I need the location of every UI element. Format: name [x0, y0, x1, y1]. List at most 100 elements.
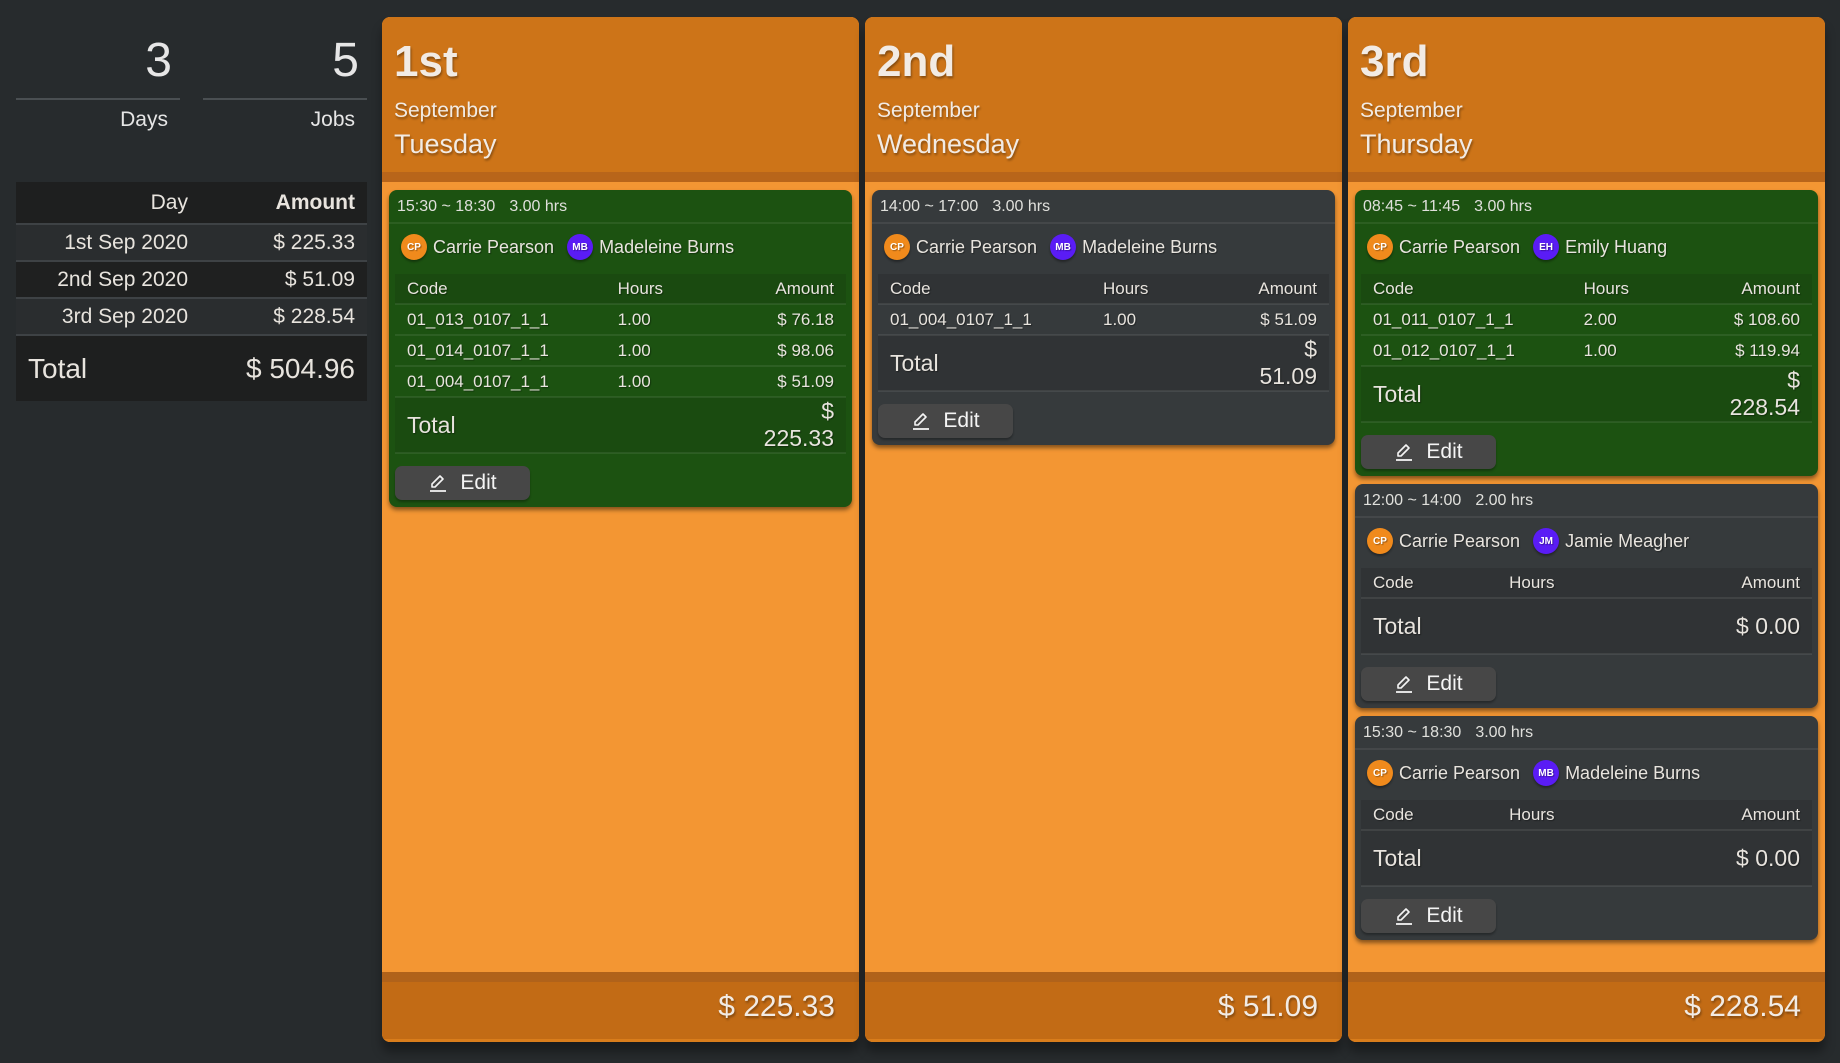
job-duration: 3.00 hrs: [1475, 724, 1534, 741]
day-jobs: 14:00 ~ 17:00 3.00 hrs CP Carrie Pearson …: [865, 182, 1342, 445]
column-header-hours: Hours: [617, 278, 664, 298]
person-name: Madeleine Burns: [1082, 236, 1218, 257]
avatar: CP: [401, 234, 427, 260]
avatar: MB: [567, 234, 594, 260]
job-lines-header: Code Hours Amount: [1361, 800, 1812, 830]
job-time-row: 15:30 ~ 18:30 3.00 hrs: [1355, 716, 1818, 750]
job-time-row: 12:00 ~ 14:00 2.00 hrs: [1355, 484, 1818, 518]
job-total-row: Total $ 51.09: [878, 335, 1329, 391]
job-time-range: 14:00 ~ 17:00: [880, 198, 979, 215]
row-amount: $ 225.33: [273, 230, 355, 254]
person-chip[interactable]: JM Jamie Meagher: [1533, 528, 1689, 554]
job-lines-table: Code Hours Amount 01_013_0107_1_1 1.00 $…: [395, 274, 846, 454]
job-lines-header: Code Hours Amount: [395, 274, 846, 304]
edit-label: Edit: [460, 471, 497, 494]
day-month: September: [1360, 99, 1463, 122]
line-hours: 2.00: [1583, 309, 1617, 329]
pencil-icon: [430, 475, 447, 492]
person-chip[interactable]: EH Emily Huang: [1533, 234, 1667, 260]
day-total: $ 51.09: [1217, 990, 1318, 1023]
day-ordinal: 1st: [394, 37, 458, 86]
job-card[interactable]: 12:00 ~ 14:00 2.00 hrs CP Carrie Pearson …: [1355, 484, 1818, 708]
edit-button[interactable]: Edit: [1361, 667, 1496, 701]
job-total-row: Total $ 225.33: [395, 397, 846, 453]
edit-label: Edit: [943, 409, 980, 432]
job-lines-table: Code Hours Amount 01_004_0107_1_1 1.00 $…: [878, 274, 1329, 392]
day-header: 3rd September Thursday: [1348, 17, 1825, 182]
column-header-day: Day: [150, 190, 188, 214]
edit-button[interactable]: Edit: [395, 466, 530, 500]
person-chip[interactable]: CP Carrie Pearson: [884, 234, 1037, 260]
day-ordinal: 2nd: [877, 37, 956, 86]
column-header-hours: Hours: [1103, 278, 1149, 298]
job-card[interactable]: 15:30 ~ 18:30 3.00 hrs CP Carrie Pearson …: [389, 190, 852, 507]
edit-button[interactable]: Edit: [1361, 899, 1496, 933]
edit-button[interactable]: Edit: [878, 404, 1013, 438]
person-chip[interactable]: MB Madeleine Burns: [1050, 234, 1217, 260]
avatar: EH: [1533, 234, 1560, 260]
job-lines-table: Code Hours Amount Total $ 0.00: [1361, 568, 1812, 655]
job-time-range: 15:30 ~ 18:30: [397, 198, 496, 215]
job-duration: 2.00 hrs: [1475, 492, 1534, 509]
job-duration: 3.00 hrs: [992, 198, 1051, 215]
table-row: 01_004_0107_1_1 1.00 $ 51.09: [878, 304, 1329, 335]
person-chip[interactable]: CP Carrie Pearson: [1367, 760, 1520, 786]
stat-jobs-label: Jobs: [310, 108, 355, 131]
job-card[interactable]: 14:00 ~ 17:00 3.00 hrs CP Carrie Pearson …: [872, 190, 1335, 445]
grand-total-amount: $ 504.96: [246, 352, 355, 384]
edit-button[interactable]: Edit: [1361, 435, 1496, 469]
column-header-hours: Hours: [1509, 804, 1555, 824]
row-amount: $ 228.54: [273, 304, 355, 328]
day-total: $ 228.54: [1684, 990, 1801, 1023]
line-code: 01_004_0107_1_1: [890, 309, 1032, 329]
day-column: 1st September Tuesday 15:30 ~ 18:30 3.00 …: [382, 17, 859, 1042]
day-total: $ 225.33: [718, 990, 835, 1023]
person-name: Carrie Pearson: [1399, 236, 1521, 257]
job-total-row: Total $ 228.54: [1361, 366, 1812, 422]
job-lines-header: Code Hours Amount: [1361, 568, 1812, 598]
person-chip[interactable]: CP Carrie Pearson: [1367, 528, 1520, 554]
day-jobs: 08:45 ~ 11:45 3.00 hrs CP Carrie Pearson …: [1348, 182, 1825, 940]
pencil-icon: [1396, 676, 1413, 693]
person-chip[interactable]: CP Carrie Pearson: [1367, 234, 1520, 260]
job-total-amount: $ 225.33: [763, 398, 835, 451]
pencil-icon: [1396, 444, 1413, 461]
person-chip[interactable]: CP Carrie Pearson: [401, 234, 554, 260]
person-name: Madeleine Burns: [599, 236, 735, 257]
job-time-row: 14:00 ~ 17:00 3.00 hrs: [872, 190, 1335, 224]
column-header-amount: Amount: [1741, 278, 1800, 298]
line-hours: 1.00: [1103, 309, 1137, 329]
person-name: Jamie Meagher: [1565, 530, 1690, 551]
job-total-row: Total $ 0.00: [1361, 598, 1812, 654]
job-card[interactable]: 15:30 ~ 18:30 3.00 hrs CP Carrie Pearson …: [1355, 716, 1818, 940]
line-code: 01_013_0107_1_1: [407, 309, 549, 329]
job-people: CP Carrie Pearson MB Madeleine Burns: [389, 224, 852, 270]
job-time-row: 08:45 ~ 11:45 3.00 hrs: [1355, 190, 1818, 224]
line-amount: $ 76.18: [777, 309, 834, 329]
day-weekday: Thursday: [1360, 129, 1473, 159]
person-chip[interactable]: MB Madeleine Burns: [1533, 760, 1700, 786]
stat-days-label: Days: [120, 108, 168, 131]
line-hours: 1.00: [1583, 340, 1617, 360]
table-row: 01_011_0107_1_1 2.00 $ 108.60: [1361, 304, 1812, 335]
job-total-label: Total: [890, 349, 939, 376]
job-time-row: 15:30 ~ 18:30 3.00 hrs: [389, 190, 852, 224]
edit-label: Edit: [1426, 904, 1463, 927]
day-footer: $ 225.33: [382, 972, 859, 1042]
job-total-amount: $ 228.54: [1729, 367, 1801, 420]
job-total-amount: $ 0.00: [1736, 844, 1800, 871]
job-total-row: Total $ 0.00: [1361, 830, 1812, 886]
table-row: 01_013_0107_1_1 1.00 $ 76.18: [395, 304, 846, 335]
person-name: Carrie Pearson: [433, 236, 555, 257]
avatar: CP: [1367, 760, 1393, 786]
row-day: 1st Sep 2020: [64, 230, 188, 254]
day-header: 1st September Tuesday: [382, 17, 859, 182]
job-people: CP Carrie Pearson MB Madeleine Burns: [872, 224, 1335, 270]
line-amount: $ 51.09: [777, 371, 834, 391]
job-total-label: Total: [1373, 380, 1422, 407]
edit-label: Edit: [1426, 672, 1463, 695]
line-code: 01_011_0107_1_1: [1373, 309, 1514, 329]
line-amount: $ 98.06: [777, 340, 834, 360]
person-chip[interactable]: MB Madeleine Burns: [567, 234, 734, 260]
job-card[interactable]: 08:45 ~ 11:45 3.00 hrs CP Carrie Pearson …: [1355, 190, 1818, 476]
